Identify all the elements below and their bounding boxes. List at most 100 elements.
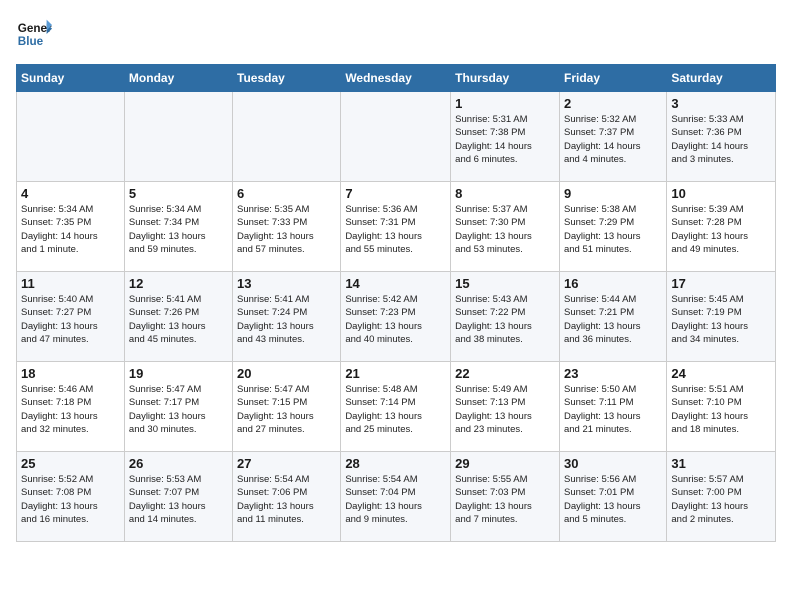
day-info: Sunrise: 5:38 AM Sunset: 7:29 PM Dayligh…	[564, 203, 662, 256]
calendar-day-cell: 30 Sunrise: 5:56 AM Sunset: 7:01 PM Dayli…	[559, 452, 666, 542]
calendar-day-cell: 1 Sunrise: 5:31 AM Sunset: 7:38 PM Daylig…	[451, 92, 560, 182]
day-number: 13	[237, 276, 336, 291]
calendar-day-cell: 11Sunrise: 5:40 AM Sunset: 7:27 PM Dayli…	[17, 272, 125, 362]
day-number: 26	[129, 456, 228, 471]
calendar-day-cell: 25 Sunrise: 5:52 AM Sunset: 7:08 PM Dayli…	[17, 452, 125, 542]
day-number: 16	[564, 276, 662, 291]
calendar-day-cell: 4 Sunrise: 5:34 AM Sunset: 7:35 PM Daylig…	[17, 182, 125, 272]
day-number: 12	[129, 276, 228, 291]
day-info: Sunrise: 5:47 AM Sunset: 7:17 PM Dayligh…	[129, 383, 228, 436]
calendar-day-cell	[17, 92, 125, 182]
calendar-day-cell: 6 Sunrise: 5:35 AM Sunset: 7:33 PM Daylig…	[233, 182, 341, 272]
calendar-week-row: 18Sunrise: 5:46 AM Sunset: 7:18 PM Dayli…	[17, 362, 776, 452]
day-number: 8	[455, 186, 555, 201]
day-number: 6	[237, 186, 336, 201]
day-info: Sunrise: 5:49 AM Sunset: 7:13 PM Dayligh…	[455, 383, 555, 436]
day-number: 18	[21, 366, 120, 381]
day-info: Sunrise: 5:42 AM Sunset: 7:23 PM Dayligh…	[345, 293, 446, 346]
calendar-day-cell: 13 Sunrise: 5:41 AM Sunset: 7:24 PM Dayli…	[233, 272, 341, 362]
day-info: Sunrise: 5:40 AM Sunset: 7:27 PM Dayligh…	[21, 293, 120, 346]
calendar-day-cell: 19 Sunrise: 5:47 AM Sunset: 7:17 PM Dayli…	[124, 362, 232, 452]
day-number: 17	[671, 276, 771, 291]
day-info: Sunrise: 5:34 AM Sunset: 7:35 PM Dayligh…	[21, 203, 120, 256]
svg-text:Blue: Blue	[18, 35, 44, 48]
calendar-day-cell: 27 Sunrise: 5:54 AM Sunset: 7:06 PM Dayli…	[233, 452, 341, 542]
calendar-header-row: SundayMondayTuesdayWednesdayThursdayFrid…	[17, 65, 776, 92]
day-info: Sunrise: 5:41 AM Sunset: 7:24 PM Dayligh…	[237, 293, 336, 346]
calendar-day-cell: 22 Sunrise: 5:49 AM Sunset: 7:13 PM Dayli…	[451, 362, 560, 452]
calendar-day-cell: 23 Sunrise: 5:50 AM Sunset: 7:11 PM Dayli…	[559, 362, 666, 452]
calendar-table: SundayMondayTuesdayWednesdayThursdayFrid…	[16, 64, 776, 542]
calendar-day-cell: 20 Sunrise: 5:47 AM Sunset: 7:15 PM Dayli…	[233, 362, 341, 452]
day-info: Sunrise: 5:31 AM Sunset: 7:38 PM Dayligh…	[455, 113, 555, 166]
day-info: Sunrise: 5:55 AM Sunset: 7:03 PM Dayligh…	[455, 473, 555, 526]
calendar-day-cell: 14 Sunrise: 5:42 AM Sunset: 7:23 PM Dayli…	[341, 272, 451, 362]
header-monday: Monday	[124, 65, 232, 92]
day-number: 30	[564, 456, 662, 471]
header-wednesday: Wednesday	[341, 65, 451, 92]
day-info: Sunrise: 5:54 AM Sunset: 7:04 PM Dayligh…	[345, 473, 446, 526]
day-info: Sunrise: 5:34 AM Sunset: 7:34 PM Dayligh…	[129, 203, 228, 256]
calendar-day-cell: 15Sunrise: 5:43 AM Sunset: 7:22 PM Dayli…	[451, 272, 560, 362]
day-number: 23	[564, 366, 662, 381]
logo-icon: General Blue	[16, 16, 52, 52]
day-number: 15	[455, 276, 555, 291]
calendar-day-cell: 24 Sunrise: 5:51 AM Sunset: 7:10 PM Dayli…	[667, 362, 776, 452]
day-number: 25	[21, 456, 120, 471]
day-info: Sunrise: 5:50 AM Sunset: 7:11 PM Dayligh…	[564, 383, 662, 436]
calendar-day-cell	[124, 92, 232, 182]
header-sunday: Sunday	[17, 65, 125, 92]
calendar-day-cell: 12 Sunrise: 5:41 AM Sunset: 7:26 PM Dayli…	[124, 272, 232, 362]
day-info: Sunrise: 5:52 AM Sunset: 7:08 PM Dayligh…	[21, 473, 120, 526]
day-number: 7	[345, 186, 446, 201]
day-info: Sunrise: 5:56 AM Sunset: 7:01 PM Dayligh…	[564, 473, 662, 526]
calendar-week-row: 1 Sunrise: 5:31 AM Sunset: 7:38 PM Daylig…	[17, 92, 776, 182]
day-info: Sunrise: 5:41 AM Sunset: 7:26 PM Dayligh…	[129, 293, 228, 346]
day-number: 10	[671, 186, 771, 201]
header-friday: Friday	[559, 65, 666, 92]
day-info: Sunrise: 5:47 AM Sunset: 7:15 PM Dayligh…	[237, 383, 336, 436]
day-number: 24	[671, 366, 771, 381]
calendar-day-cell: 17 Sunrise: 5:45 AM Sunset: 7:19 PM Dayli…	[667, 272, 776, 362]
day-info: Sunrise: 5:32 AM Sunset: 7:37 PM Dayligh…	[564, 113, 662, 166]
day-number: 27	[237, 456, 336, 471]
calendar-day-cell	[341, 92, 451, 182]
calendar-day-cell: 26 Sunrise: 5:53 AM Sunset: 7:07 PM Dayli…	[124, 452, 232, 542]
day-number: 4	[21, 186, 120, 201]
day-info: Sunrise: 5:45 AM Sunset: 7:19 PM Dayligh…	[671, 293, 771, 346]
calendar-day-cell: 28 Sunrise: 5:54 AM Sunset: 7:04 PM Dayli…	[341, 452, 451, 542]
page-header: General Blue	[16, 16, 776, 56]
day-info: Sunrise: 5:39 AM Sunset: 7:28 PM Dayligh…	[671, 203, 771, 256]
day-number: 19	[129, 366, 228, 381]
day-number: 2	[564, 96, 662, 111]
day-number: 9	[564, 186, 662, 201]
calendar-day-cell: 5Sunrise: 5:34 AM Sunset: 7:34 PM Daylig…	[124, 182, 232, 272]
logo: General Blue	[16, 16, 52, 56]
calendar-day-cell: 8 Sunrise: 5:37 AM Sunset: 7:30 PM Daylig…	[451, 182, 560, 272]
calendar-week-row: 25 Sunrise: 5:52 AM Sunset: 7:08 PM Dayli…	[17, 452, 776, 542]
day-info: Sunrise: 5:33 AM Sunset: 7:36 PM Dayligh…	[671, 113, 771, 166]
day-number: 1	[455, 96, 555, 111]
day-info: Sunrise: 5:51 AM Sunset: 7:10 PM Dayligh…	[671, 383, 771, 436]
day-number: 14	[345, 276, 446, 291]
day-info: Sunrise: 5:53 AM Sunset: 7:07 PM Dayligh…	[129, 473, 228, 526]
header-thursday: Thursday	[451, 65, 560, 92]
day-number: 22	[455, 366, 555, 381]
calendar-day-cell: 10 Sunrise: 5:39 AM Sunset: 7:28 PM Dayli…	[667, 182, 776, 272]
calendar-day-cell: 2 Sunrise: 5:32 AM Sunset: 7:37 PM Daylig…	[559, 92, 666, 182]
day-number: 20	[237, 366, 336, 381]
day-number: 21	[345, 366, 446, 381]
day-info: Sunrise: 5:36 AM Sunset: 7:31 PM Dayligh…	[345, 203, 446, 256]
day-info: Sunrise: 5:44 AM Sunset: 7:21 PM Dayligh…	[564, 293, 662, 346]
calendar-week-row: 4 Sunrise: 5:34 AM Sunset: 7:35 PM Daylig…	[17, 182, 776, 272]
day-info: Sunrise: 5:54 AM Sunset: 7:06 PM Dayligh…	[237, 473, 336, 526]
calendar-day-cell: 7 Sunrise: 5:36 AM Sunset: 7:31 PM Daylig…	[341, 182, 451, 272]
calendar-day-cell: 31Sunrise: 5:57 AM Sunset: 7:00 PM Dayli…	[667, 452, 776, 542]
day-info: Sunrise: 5:37 AM Sunset: 7:30 PM Dayligh…	[455, 203, 555, 256]
day-info: Sunrise: 5:35 AM Sunset: 7:33 PM Dayligh…	[237, 203, 336, 256]
calendar-day-cell: 16 Sunrise: 5:44 AM Sunset: 7:21 PM Dayli…	[559, 272, 666, 362]
day-number: 3	[671, 96, 771, 111]
header-saturday: Saturday	[667, 65, 776, 92]
day-number: 28	[345, 456, 446, 471]
day-number: 29	[455, 456, 555, 471]
